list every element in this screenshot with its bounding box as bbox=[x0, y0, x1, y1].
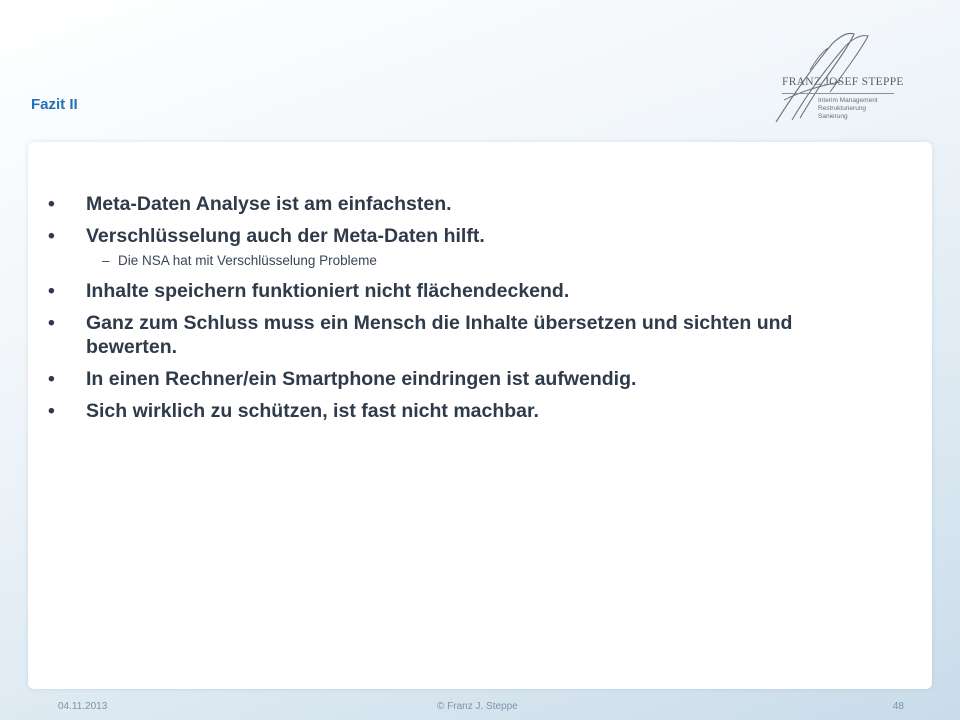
sub-bullet-marker: – bbox=[102, 253, 110, 268]
bullet-item: • Inhalte speichern funktioniert nicht f… bbox=[48, 279, 848, 303]
company-logo: FRANZ JOSEF STEPPE Interim Management Re… bbox=[770, 30, 930, 126]
sub-bullet-item: – Die NSA hat mit Verschlüsselung Proble… bbox=[48, 252, 848, 269]
bullet-list: • Meta-Daten Analyse ist am einfachsten.… bbox=[48, 192, 848, 431]
sub-bullet-text: Die NSA hat mit Verschlüsselung Probleme bbox=[118, 253, 377, 268]
bullet-marker: • bbox=[48, 225, 55, 247]
logo-name: FRANZ JOSEF STEPPE bbox=[782, 76, 904, 88]
logo-tagline-line: Restrukturierung bbox=[818, 105, 867, 112]
logo-tagline: Interim Management Restrukturierung Sani… bbox=[818, 97, 878, 121]
bullet-marker: • bbox=[48, 400, 55, 422]
bullet-text: In einen Rechner/ein Smartphone eindring… bbox=[86, 368, 637, 390]
bullet-text: Inhalte speichern funktioniert nicht flä… bbox=[86, 280, 570, 302]
bullet-item: • In einen Rechner/ein Smartphone eindri… bbox=[48, 367, 848, 391]
slide-title: Fazit II bbox=[31, 96, 78, 113]
bullet-item: • Verschlüsselung auch der Meta-Daten hi… bbox=[48, 224, 848, 248]
bullet-text: Sich wirklich zu schützen, ist fast nich… bbox=[86, 400, 539, 422]
footer-copyright: © Franz J. Steppe bbox=[437, 701, 518, 712]
bullet-text: Verschlüsselung auch der Meta-Daten hilf… bbox=[86, 225, 485, 247]
bullet-item: • Meta-Daten Analyse ist am einfachsten. bbox=[48, 192, 848, 216]
logo-tagline-line: Sanierung bbox=[818, 113, 848, 120]
bullet-item: • Ganz zum Schluss muss ein Mensch die I… bbox=[48, 311, 848, 359]
bullet-marker: • bbox=[48, 312, 55, 334]
page-number: 48 bbox=[892, 701, 904, 712]
bullet-text: Meta-Daten Analyse ist am einfachsten. bbox=[86, 193, 452, 215]
bullet-item: • Sich wirklich zu schützen, ist fast ni… bbox=[48, 399, 848, 423]
bullet-text: Ganz zum Schluss muss ein Mensch die Inh… bbox=[86, 312, 793, 358]
footer-date: 04.11.2013 bbox=[58, 701, 108, 712]
bullet-marker: • bbox=[48, 280, 55, 302]
logo-divider bbox=[782, 93, 894, 94]
bullet-marker: • bbox=[48, 368, 55, 390]
bullet-marker: • bbox=[48, 193, 55, 215]
logo-tagline-line: Interim Management bbox=[818, 97, 878, 104]
